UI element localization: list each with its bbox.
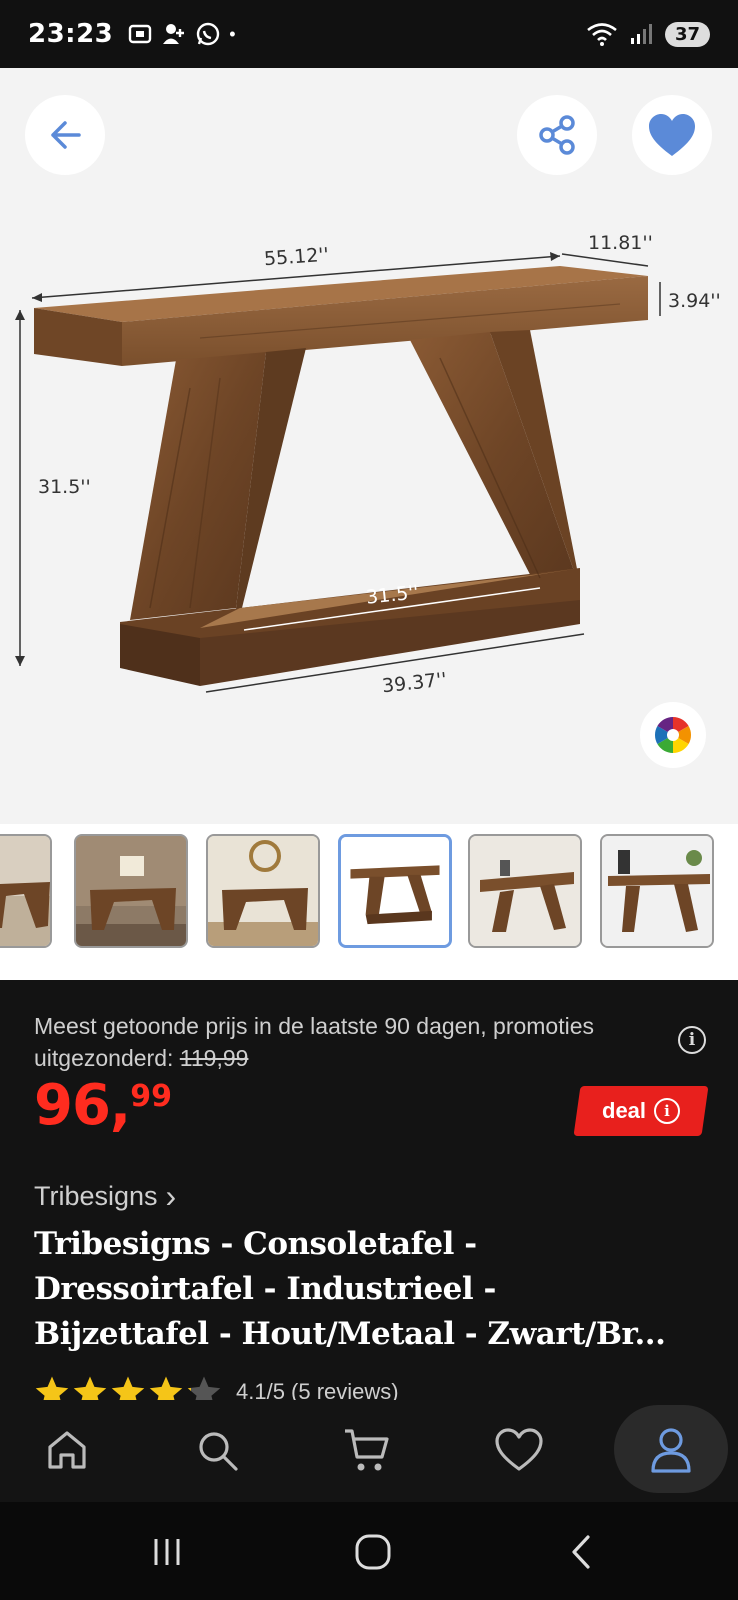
lowest-price-text: Meest getoonde prijs in de laatste 90 da… <box>34 1013 595 1071</box>
dimension-width-label: 55.12'' <box>263 243 330 271</box>
dimension-depth-label: 11.81'' <box>588 232 653 254</box>
info-icon: i <box>654 1098 681 1124</box>
whatsapp-notification-icon <box>197 22 220 46</box>
color-options-button[interactable] <box>640 702 706 768</box>
deal-label: deal <box>601 1098 647 1123</box>
nav-home[interactable] <box>22 1410 112 1490</box>
status-bar: 23:23 • 37 <box>0 0 738 68</box>
nav-account[interactable] <box>626 1410 716 1490</box>
color-wheel-icon <box>654 717 692 753</box>
product-info: Meest getoonde prijs in de laatste 90 da… <box>0 980 738 1408</box>
thumbnail-strip[interactable] <box>0 824 738 980</box>
signal-icon <box>630 24 652 44</box>
thumbnail-image <box>76 836 186 946</box>
price-main: 96, <box>34 1073 131 1138</box>
bottom-navigation <box>0 1400 738 1502</box>
product-image-gallery[interactable]: 55.12'' 11.81'' 3.94'' 31.5'' 31.5'' 39.… <box>0 68 738 824</box>
thumbnail-2[interactable] <box>74 834 188 948</box>
lowest-price-notice: Meest getoonde prijs in de laatste 90 da… <box>34 1010 614 1074</box>
thumbnail-image <box>341 837 449 945</box>
dimension-thickness-label: 3.94'' <box>668 290 721 312</box>
thumbnail-3[interactable] <box>206 834 320 948</box>
product-title-line: Tribesigns - Consoletafel - <box>34 1226 477 1262</box>
nav-cart[interactable] <box>322 1410 412 1490</box>
price-decimals: 99 <box>130 1079 172 1114</box>
thumbnail-image <box>0 836 50 946</box>
back-system-button[interactable] <box>546 1522 616 1582</box>
thumbnail-4[interactable] <box>338 834 452 948</box>
favorite-button[interactable] <box>632 95 712 175</box>
system-status-icons: 37 <box>585 21 710 47</box>
product-title-line: Dressoirtafel - Industrieel - <box>34 1271 496 1307</box>
thumbnail-1[interactable] <box>0 834 52 948</box>
system-navigation-bar <box>0 1502 738 1600</box>
nav-wishlist[interactable] <box>474 1410 564 1490</box>
share-icon <box>539 115 575 155</box>
account-icon <box>651 1428 691 1473</box>
thumbnail-image <box>470 836 580 946</box>
wifi-icon <box>587 23 617 46</box>
notification-icons: • <box>127 21 236 47</box>
dimension-height-label: 31.5'' <box>38 476 91 498</box>
status-time: 23:23 <box>28 19 114 49</box>
share-button[interactable] <box>517 95 597 175</box>
thumbnail-image <box>602 836 712 946</box>
brand-name: Tribesigns <box>34 1181 158 1211</box>
brand-link[interactable]: Tribesigns › <box>34 1178 176 1215</box>
home-system-button[interactable] <box>338 1522 408 1582</box>
search-icon <box>199 1432 238 1471</box>
old-price: 119,99 <box>179 1045 249 1071</box>
heart-filled-icon <box>649 114 695 156</box>
more-notifications-dot: • <box>229 23 236 44</box>
thumbnail-image <box>208 836 318 946</box>
home-icon <box>48 1431 86 1469</box>
nav-search[interactable] <box>172 1410 262 1490</box>
add-contact-notification-icon <box>163 24 185 44</box>
home-circle-icon <box>355 1534 391 1570</box>
deal-badge[interactable]: deal i <box>573 1086 709 1136</box>
recent-apps-button[interactable] <box>132 1522 202 1582</box>
thumbnail-6[interactable] <box>600 834 714 948</box>
info-icon[interactable]: i <box>678 1026 706 1054</box>
recent-apps-icon <box>154 1539 180 1565</box>
chevron-right-icon: › <box>165 1178 177 1214</box>
chevron-left-icon <box>572 1535 590 1569</box>
back-button[interactable] <box>25 95 105 175</box>
heart-icon <box>495 1428 543 1471</box>
current-price: 96, 99 <box>34 1078 172 1134</box>
thumbnail-5[interactable] <box>468 834 582 948</box>
battery-indicator: 37 <box>664 21 710 47</box>
cart-icon <box>345 1429 389 1471</box>
screenshot-notification-icon <box>129 24 152 44</box>
product-title-line: Bijzettafel - Hout/Metaal - Zwart/Br... <box>34 1316 666 1352</box>
product-title: Tribesigns - Consoletafel - Dressoirtafe… <box>34 1222 714 1357</box>
product-image <box>15 252 661 693</box>
arrow-left-icon <box>51 121 81 149</box>
